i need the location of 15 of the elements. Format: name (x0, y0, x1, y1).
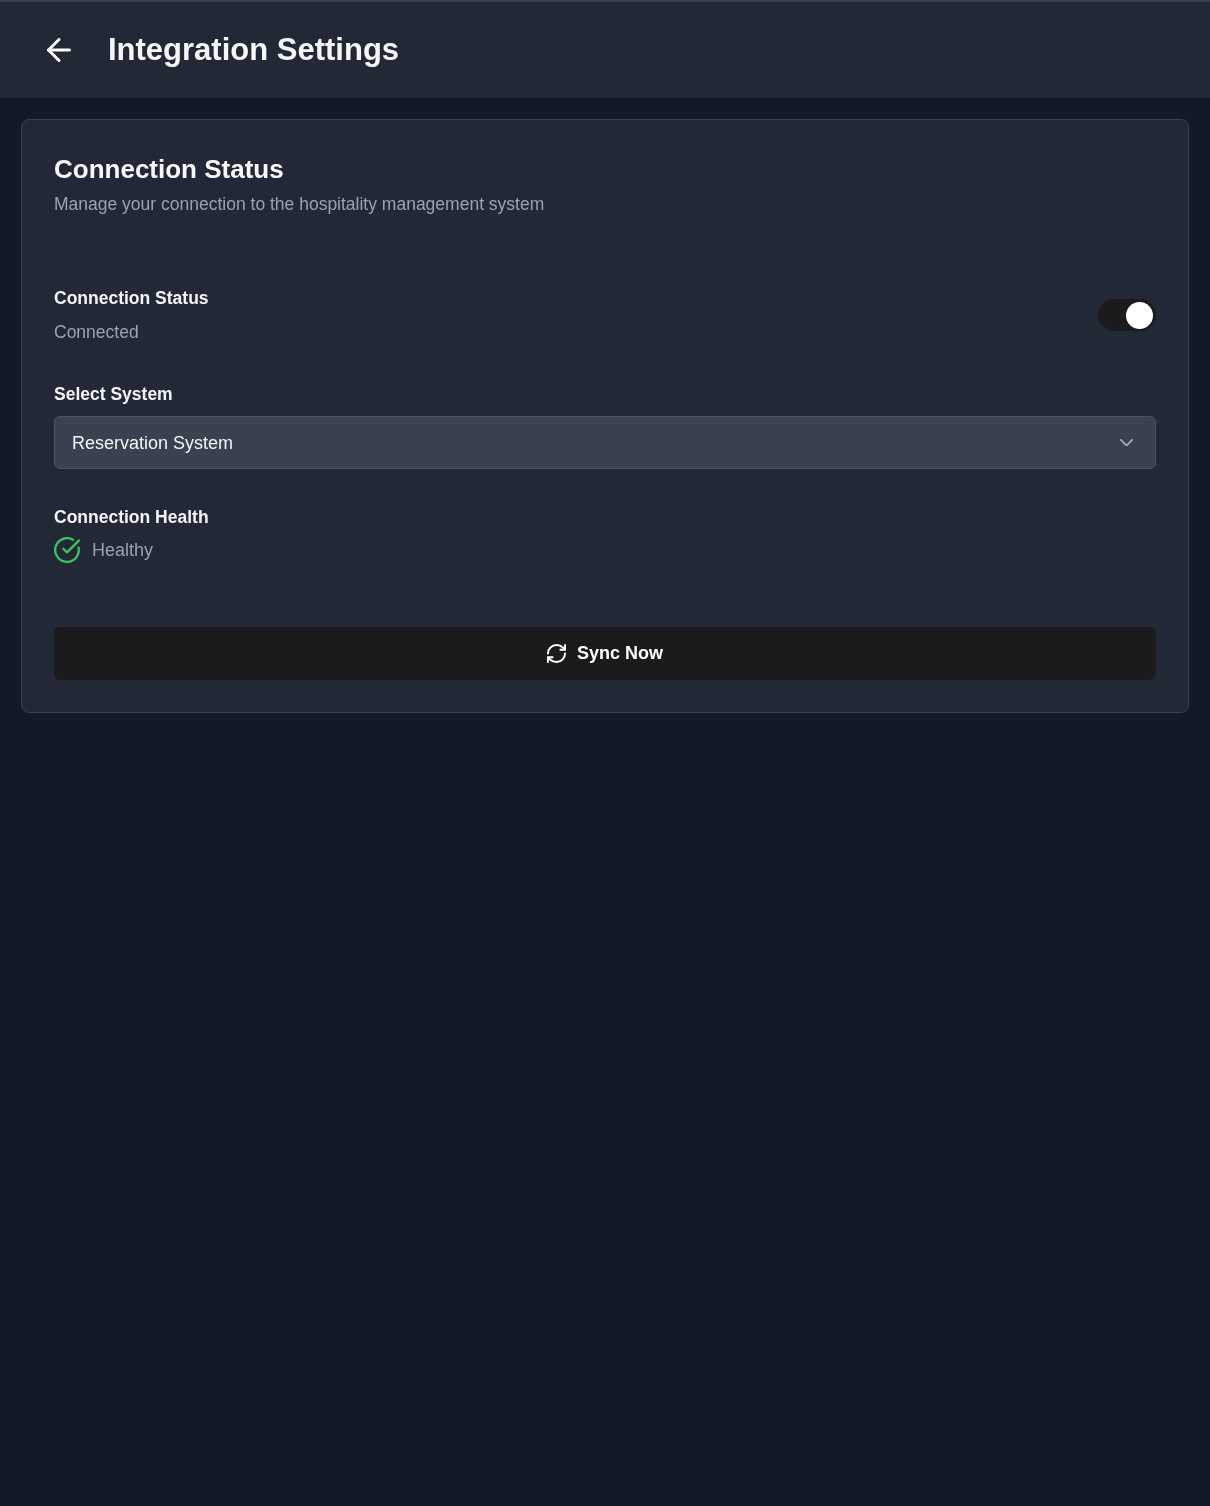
connection-health-value: Healthy (92, 539, 154, 562)
sync-now-button[interactable]: Sync Now (54, 627, 1156, 680)
card-title: Connection Status (54, 153, 285, 186)
chevron-down-icon (1120, 438, 1133, 447)
back-button[interactable] (46, 37, 72, 63)
toggle-knob (1126, 301, 1153, 329)
page-title: Integration Settings (108, 31, 400, 69)
refresh-icon (547, 644, 566, 663)
select-system-label: Select System (54, 383, 174, 406)
connection-toggle[interactable] (1098, 299, 1156, 331)
connection-status-label: Connection Status (54, 287, 209, 310)
connection-status-value: Connected (54, 321, 140, 344)
card-description: Manage your connection to the hospitality management system (54, 193, 546, 216)
connection-health-label: Connection Health (54, 506, 210, 529)
system-select[interactable]: Reservation System (54, 416, 1156, 469)
